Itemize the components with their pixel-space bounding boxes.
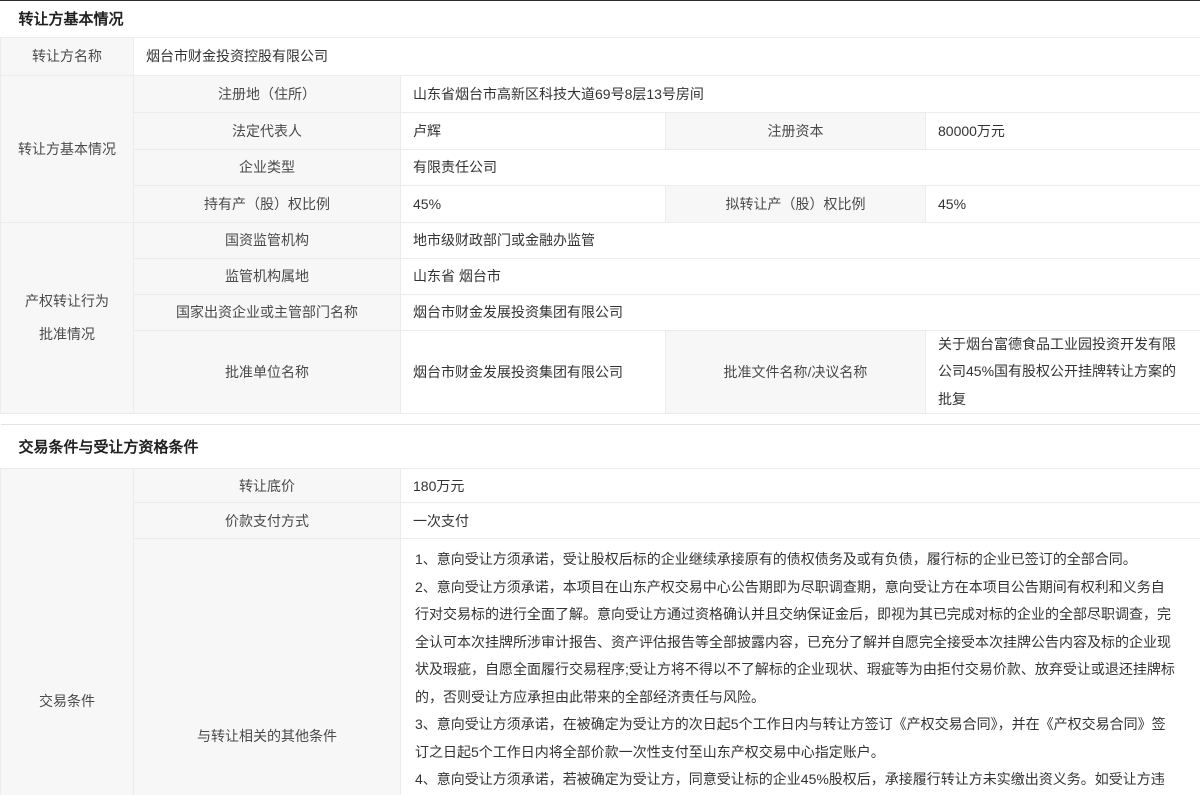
- group-approval-line2: 批准情况: [7, 318, 127, 351]
- table-row: 价款支付方式 一次支付: [1, 503, 1200, 539]
- registered-capital-label: 注册资本: [666, 112, 926, 149]
- transferor-name-label: 转让方名称: [1, 37, 134, 75]
- condition-item: 4、意向受让方须承诺，若被确定为受让方，同意受让标的企业45%股权后，承接履行转…: [415, 766, 1178, 795]
- table-row: 批准单位名称 烟台市财金发展投资集团有限公司 批准文件名称/决议名称 关于烟台富…: [1, 330, 1200, 414]
- registered-address-label: 注册地（住所）: [134, 75, 401, 112]
- regulator-value: 地市级财政部门或金融办监管: [401, 222, 1200, 258]
- floor-price-value: 180万元: [401, 469, 1200, 503]
- table-row: 产权转让行为 批准情况 国资监管机构 地市级财政部门或金融办监管: [1, 222, 1200, 258]
- transfer-equity-ratio-value: 45%: [926, 185, 1200, 222]
- other-conditions-value: 1、意向受让方须承诺，受让股权后标的企业继续承接原有的债权债务及或有负债，履行标…: [401, 539, 1200, 795]
- condition-item: 1、意向受让方须承诺，受让股权后标的企业继续承接原有的债权债务及或有负债，履行标…: [415, 546, 1178, 574]
- table-row: 企业类型 有限责任公司: [1, 149, 1200, 185]
- held-equity-ratio-label: 持有产（股）权比例: [134, 185, 401, 222]
- group-trade-conditions-label: 交易条件: [1, 469, 134, 795]
- regulator-location-label: 监管机构属地: [134, 258, 401, 294]
- section-title-transferor: 转让方基本情况: [1, 1, 1200, 37]
- payment-method-label: 价款支付方式: [134, 503, 401, 539]
- condition-item: 2、意向受让方须承诺，本项目在山东产权交易中心公告期即为尽职调查期，意向受让方在…: [415, 574, 1178, 712]
- table-row: 与转让相关的其他条件 1、意向受让方须承诺，受让股权后标的企业继续承接原有的债权…: [1, 539, 1200, 795]
- approval-unit-value: 烟台市财金发展投资集团有限公司: [401, 330, 666, 414]
- section-title-trade-conditions: 交易条件与受让方资格条件: [1, 425, 1200, 469]
- listing-detail-page: 转让方基本情况 转让方名称 烟台市财金投资控股有限公司 转让方基本情况 注册地（…: [0, 0, 1200, 795]
- other-conditions-label: 与转让相关的其他条件: [134, 539, 401, 795]
- table-row: 法定代表人 卢辉 注册资本 80000万元: [1, 112, 1200, 149]
- group-basic-info-label: 转让方基本情况: [1, 75, 134, 222]
- group-approval-label: 产权转让行为 批准情况: [1, 222, 134, 414]
- section-header-trade-conditions: 交易条件与受让方资格条件: [1, 425, 1200, 469]
- regulator-label: 国资监管机构: [134, 222, 401, 258]
- enterprise-type-value: 有限责任公司: [401, 149, 1200, 185]
- section-header-transferor: 转让方基本情况: [1, 1, 1200, 37]
- transferor-name-value: 烟台市财金投资控股有限公司: [134, 37, 1200, 75]
- section-gap: [0, 414, 1200, 424]
- state-funded-enterprise-value: 烟台市财金发展投资集团有限公司: [401, 294, 1200, 330]
- held-equity-ratio-value: 45%: [401, 185, 666, 222]
- other-conditions-text: 1、意向受让方须承诺，受让股权后标的企业继续承接原有的债权债务及或有负债，履行标…: [413, 539, 1188, 795]
- legal-representative-value: 卢辉: [401, 112, 666, 149]
- floor-price-label: 转让底价: [134, 469, 401, 503]
- regulator-location-value: 山东省 烟台市: [401, 258, 1200, 294]
- table-row: 持有产（股）权比例 45% 拟转让产（股）权比例 45%: [1, 185, 1200, 222]
- table-row: 转让方名称 烟台市财金投资控股有限公司: [1, 37, 1200, 75]
- transferor-info-table: 转让方基本情况 转让方名称 烟台市财金投资控股有限公司 转让方基本情况 注册地（…: [0, 1, 1200, 414]
- approval-unit-label: 批准单位名称: [134, 330, 401, 414]
- table-row: 国家出资企业或主管部门名称 烟台市财金发展投资集团有限公司: [1, 294, 1200, 330]
- table-row: 交易条件 转让底价 180万元: [1, 469, 1200, 503]
- registered-capital-value: 80000万元: [926, 112, 1200, 149]
- state-funded-enterprise-label: 国家出资企业或主管部门名称: [134, 294, 401, 330]
- transfer-equity-ratio-label: 拟转让产（股）权比例: [666, 185, 926, 222]
- table-row: 转让方基本情况 注册地（住所） 山东省烟台市高新区科技大道69号8层13号房间: [1, 75, 1200, 112]
- enterprise-type-label: 企业类型: [134, 149, 401, 185]
- approval-document-value: 关于烟台富德食品工业园投资开发有限公司45%国有股权公开挂牌转让方案的批复: [926, 330, 1200, 414]
- registered-address-value: 山东省烟台市高新区科技大道69号8层13号房间: [401, 75, 1200, 112]
- legal-representative-label: 法定代表人: [134, 112, 401, 149]
- condition-item: 3、意向受让方须承诺，在被确定为受让方的次日起5个工作日内与转让方签订《产权交易…: [415, 711, 1178, 766]
- payment-method-value: 一次支付: [401, 503, 1200, 539]
- trade-conditions-table: 交易条件与受让方资格条件 交易条件 转让底价 180万元 价款支付方式 一次支付…: [0, 424, 1200, 795]
- approval-document-label: 批准文件名称/决议名称: [666, 330, 926, 414]
- table-row: 监管机构属地 山东省 烟台市: [1, 258, 1200, 294]
- group-approval-line1: 产权转让行为: [7, 285, 127, 318]
